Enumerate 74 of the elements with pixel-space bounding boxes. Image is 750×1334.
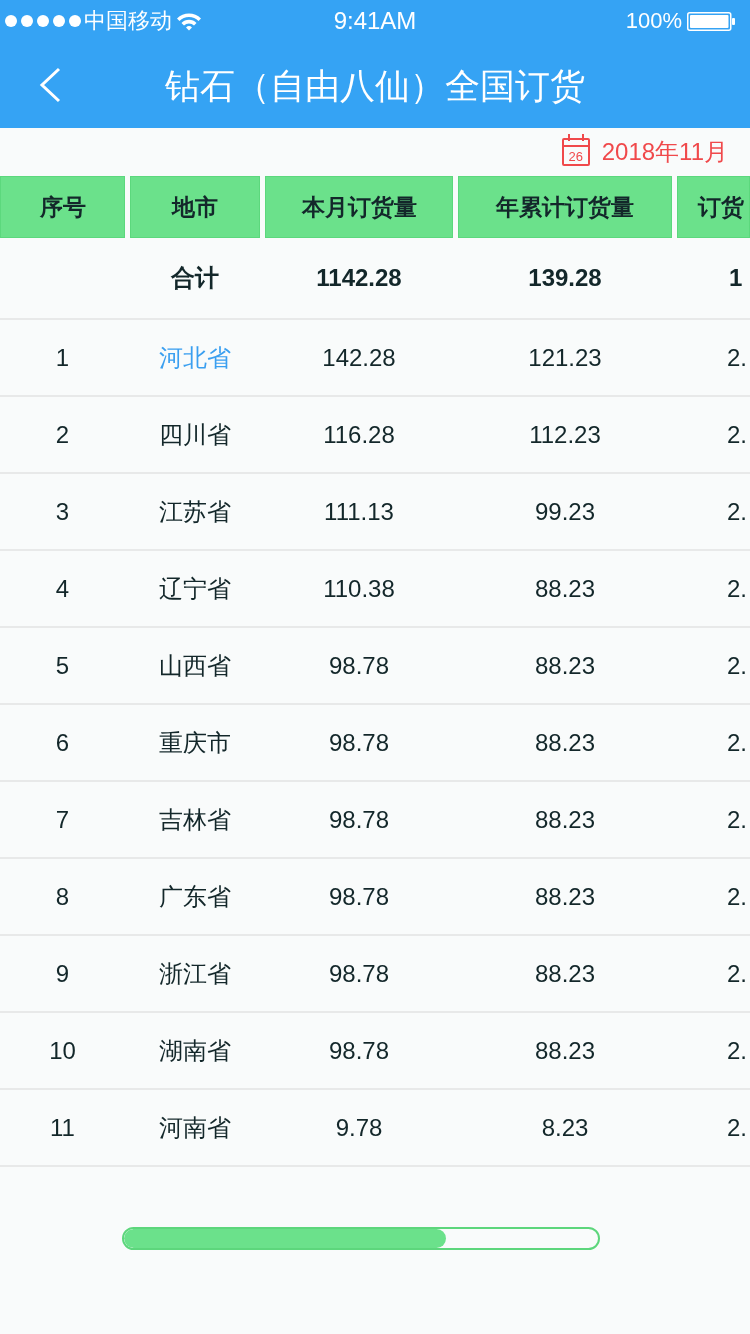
table-cell: 吉林省 [159,807,231,832]
back-chevron-icon [39,67,61,103]
column-header: 序号 [0,176,125,238]
table-cell: 98.78 [328,653,390,678]
table-cell: 2. [727,884,747,909]
row-number: 10 [49,1038,76,1063]
row-number: 5 [55,653,70,678]
row-number: 3 [55,499,70,524]
city-link[interactable]: 河北省 [159,345,231,370]
table-cell: 2. [727,730,747,755]
row-number: 4 [55,576,70,601]
table-cell: 98.78 [328,730,390,755]
table-cell: 2. [727,576,747,601]
table-cell: 88.23 [534,653,596,678]
table-cell: 8.23 [541,1115,589,1140]
table-cell: 110.38 [323,576,395,601]
table-cell: 111.13 [324,499,394,524]
table-cell: 112.23 [529,422,601,447]
table-cell: 98.78 [328,1038,390,1063]
row-number: 6 [55,730,70,755]
table-cell: 98.78 [328,884,390,909]
table-cell: 98.78 [328,961,390,986]
table-cell: 2. [727,422,747,447]
total-label: 合计 [171,266,219,290]
column-header: 地市 [130,176,260,238]
signal-icon [5,15,81,27]
table-cell: 98.78 [328,807,390,832]
table-cell: 2. [727,653,747,678]
row-number: 8 [55,884,70,909]
table-cell: 2. [727,1038,747,1063]
table-cell: 广东省 [159,884,231,909]
month-label[interactable]: 2018年11月 [601,140,728,164]
table-cell: 99.23 [534,499,596,524]
table-cell: 2. [727,807,747,832]
table-cell: 88.23 [534,1038,596,1063]
table-cell: 88.23 [534,730,596,755]
column-header: 本月订货量 [265,176,453,238]
table-cell: 浙江省 [159,961,231,986]
wifi-icon [176,11,202,31]
table-cell: 9.78 [335,1115,383,1140]
row-number: 9 [55,961,70,986]
table-cell: 2. [727,499,747,524]
table-cell: 1142.28 [316,266,402,290]
row-number: 1 [55,345,70,370]
battery-icon [687,11,735,31]
column-header: 年累计订货量 [458,176,672,238]
table-cell: 88.23 [534,576,596,601]
table-cell: 139.28 [528,266,602,290]
table-cell: 88.23 [534,807,596,832]
table-cell: 142.28 [322,345,396,370]
column-header: 订货 [677,176,750,238]
table-cell: 湖南省 [159,1038,231,1063]
table-cell: 88.23 [534,961,596,986]
table-cell: 121.23 [528,345,602,370]
row-number: 11 [50,1115,75,1140]
row-number: 7 [55,807,70,832]
table-cell: 2. [727,1115,747,1140]
page-title: 钻石（自由八仙）全国订货 [165,67,585,103]
row-number: 2 [55,422,70,447]
calendar-day: 26 [568,150,583,163]
table-cell: 2. [727,961,747,986]
table-cell: 四川省 [159,422,231,447]
table-cell: 重庆市 [159,730,231,755]
table-cell: 116.28 [323,422,395,447]
battery-percent: 100% [625,10,682,32]
table-cell: 88.23 [534,884,596,909]
table-cell: 山西省 [159,653,231,678]
table-cell: 1 [729,266,743,290]
carrier-name: 中国移动 [84,10,172,32]
table-cell: 河南省 [159,1115,231,1140]
table-cell: 辽宁省 [159,576,231,601]
status-time: 9:41AM [333,9,417,33]
table-cell: 2. [727,345,747,370]
table-cell: 江苏省 [159,499,231,524]
